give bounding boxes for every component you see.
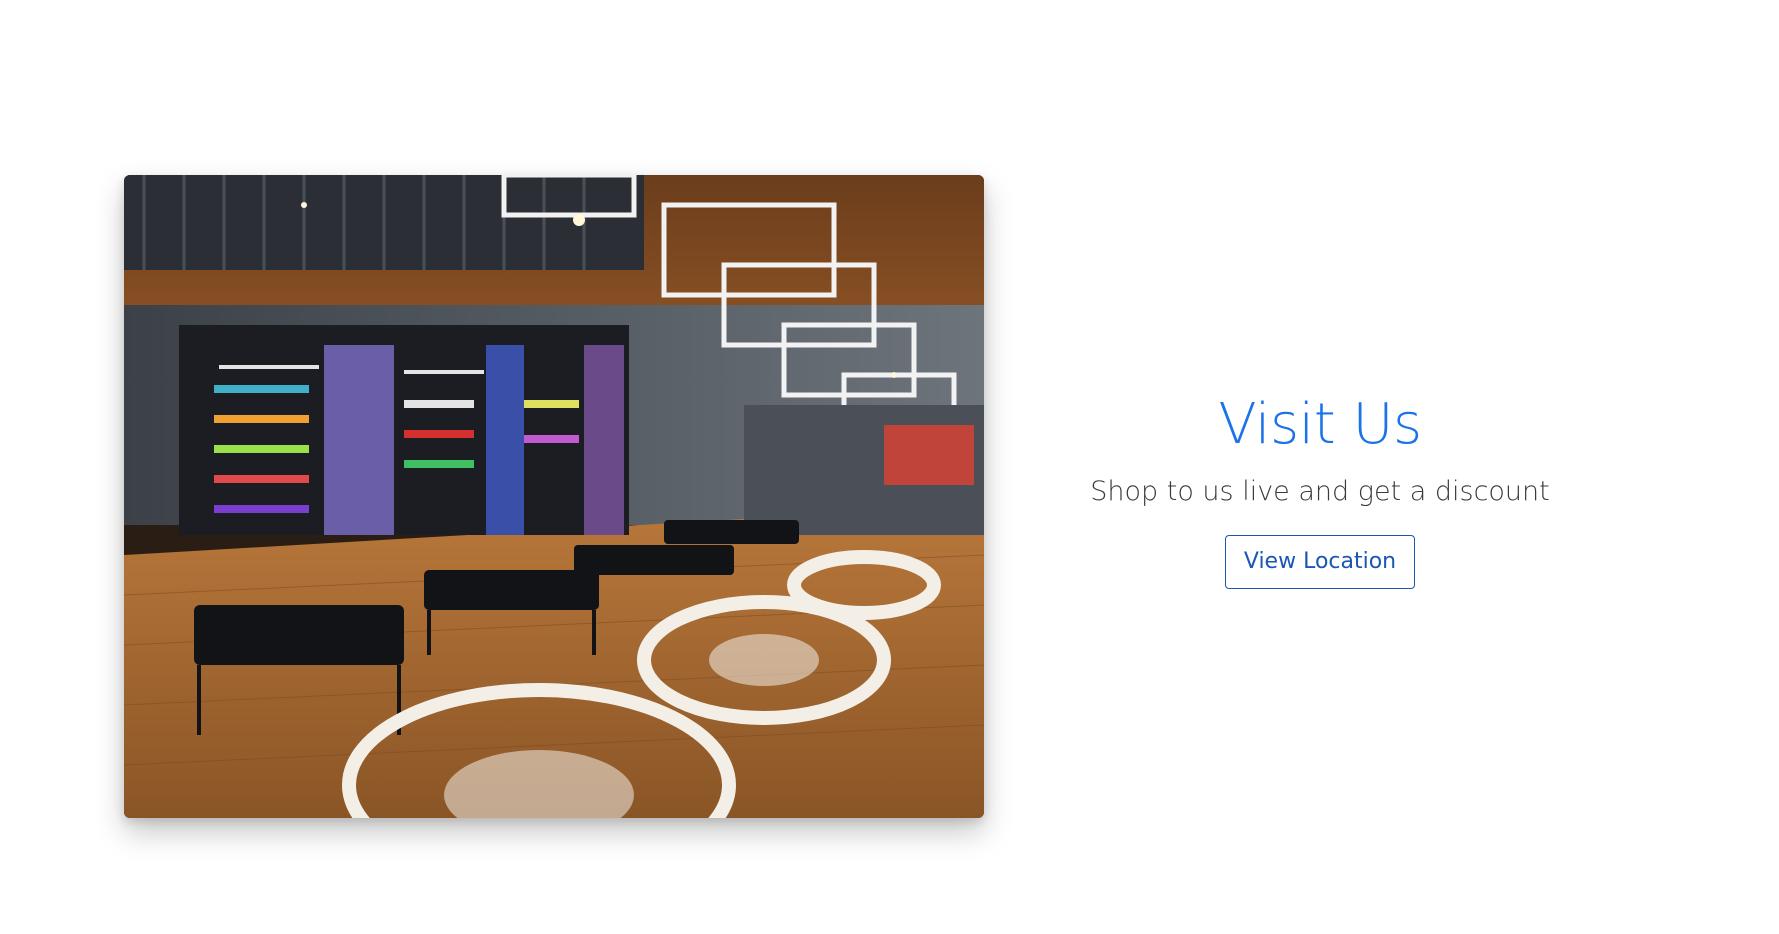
page: Visit Us Shop to us live and get a disco… bbox=[0, 0, 1779, 934]
visit-us-subtitle: Shop to us live and get a discount bbox=[1090, 476, 1550, 507]
visit-us-section: Visit Us Shop to us live and get a disco… bbox=[1020, 390, 1620, 589]
store-interior-photo bbox=[124, 175, 984, 818]
visit-us-title: Visit Us bbox=[1218, 392, 1422, 457]
view-location-button[interactable]: View Location bbox=[1224, 535, 1416, 589]
